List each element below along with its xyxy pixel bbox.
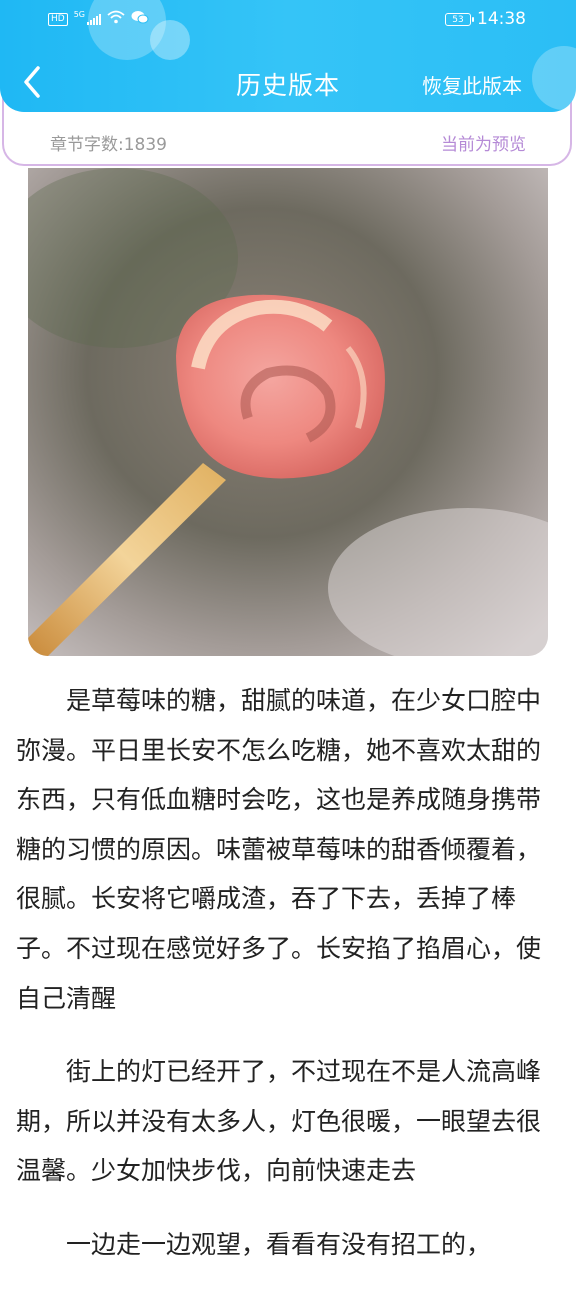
wifi-icon: [107, 10, 125, 28]
chapter-content: 是草莓味的糖，甜腻的味道，在少女口腔中弥漫。平日里长安不怎么吃糖，她不喜欢太甜的…: [16, 676, 564, 1294]
wechat-icon: [131, 10, 149, 28]
header-bar: HD 5G 53 14:38 历史版本 恢复此版本: [0, 0, 576, 112]
hd-icon: HD: [48, 12, 68, 26]
restore-version-button[interactable]: 恢复此版本: [422, 70, 522, 99]
paragraph: 一边走一边观望，看看有没有招工的，: [66, 1229, 492, 1259]
signal-icon: 5G: [74, 11, 101, 25]
chapter-image: [28, 168, 548, 656]
status-bar: HD 5G 53 14:38: [0, 0, 576, 40]
word-count: 章节字数:1839: [50, 135, 167, 155]
paragraph: 街上的灯已经开了，不过现在不是人流高峰期，所以并没有太多人，灯色很暖，一眼望去很…: [16, 1057, 542, 1186]
paragraph: 是草莓味的糖，甜腻的味道，在少女口腔中弥漫。平日里长安不怎么吃糖，她不喜欢太甜的…: [16, 686, 542, 1013]
clock: 14:38: [477, 9, 526, 29]
preview-status: 当前为预览: [441, 135, 526, 155]
battery-icon: 53: [445, 12, 474, 26]
lollipop-image: [28, 168, 548, 656]
